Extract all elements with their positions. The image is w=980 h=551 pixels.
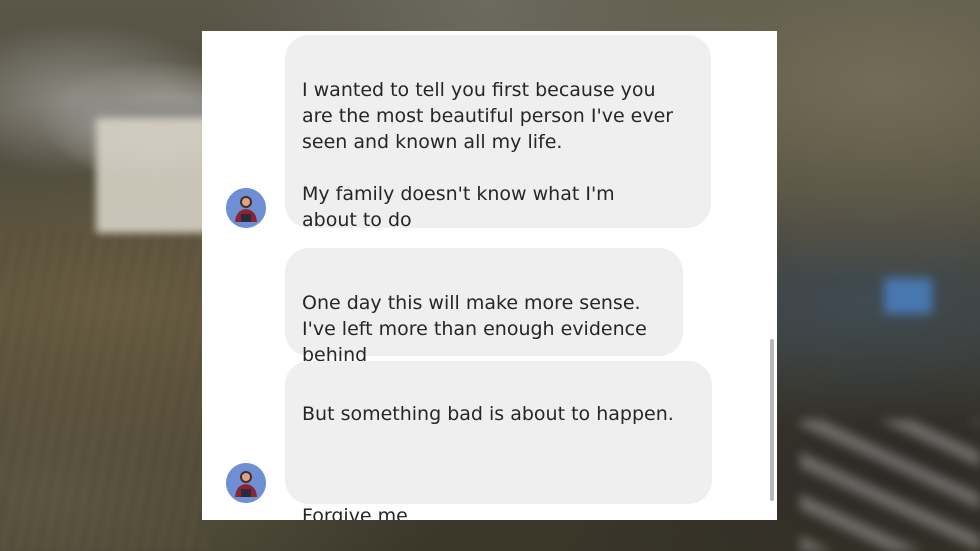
background-building (96, 118, 216, 233)
message-spacer (302, 427, 692, 477)
screenshot-scene: I wanted to tell you first because you a… (0, 0, 980, 551)
message-bubble[interactable]: I wanted to tell you first because you a… (285, 35, 711, 231)
background-parked-cars (800, 420, 980, 551)
background-blue-structure (884, 278, 932, 314)
user-avatar-icon[interactable] (226, 188, 266, 228)
scrollbar[interactable] (770, 339, 774, 501)
message-text: One day this will make more sense. I've … (302, 292, 647, 366)
chat-thread[interactable]: I wanted to tell you first because you a… (202, 31, 777, 520)
message-text: But something bad is about to happen. (302, 403, 674, 425)
message-text: I wanted to tell you first because you a… (302, 79, 674, 231)
message-bubble[interactable]: One day this will make more sense. I've … (285, 248, 683, 366)
message-bubble[interactable]: But something bad is about to happen. Fo… (285, 361, 712, 520)
message-text: Forgive me (302, 505, 408, 520)
background-trees (0, 230, 205, 551)
user-avatar-icon[interactable] (226, 463, 266, 503)
